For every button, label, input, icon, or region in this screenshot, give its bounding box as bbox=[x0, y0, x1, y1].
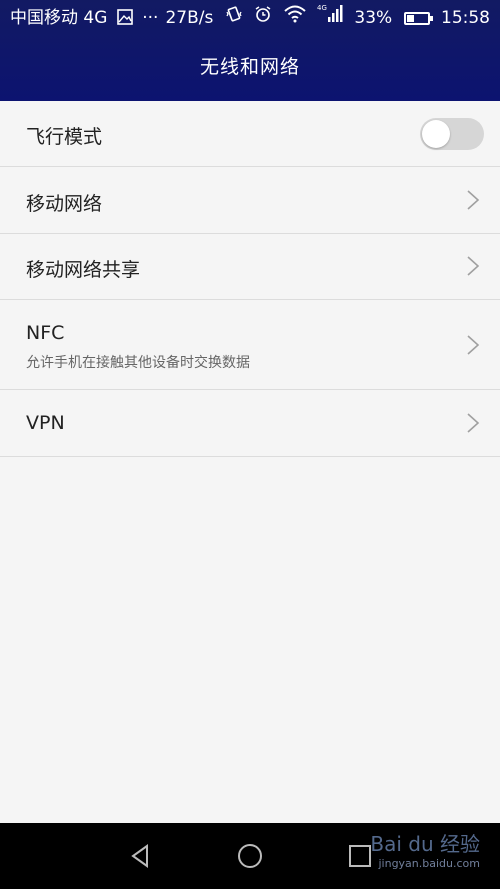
chevron-right-icon bbox=[467, 413, 480, 433]
nfc-label: NFC bbox=[26, 322, 65, 344]
vibrate-icon bbox=[225, 0, 243, 36]
home-icon[interactable] bbox=[235, 841, 265, 871]
battery-percent: 33% bbox=[354, 8, 393, 28]
airplane-mode-row[interactable]: 飞行模式 bbox=[0, 101, 500, 167]
page-title: 无线和网络 bbox=[199, 56, 300, 78]
mobile-network-row[interactable]: 移动网络 bbox=[0, 167, 500, 234]
network-speed: 27B/s bbox=[165, 8, 214, 28]
tethering-label: 移动网络共享 bbox=[26, 259, 141, 281]
chevron-right-icon bbox=[467, 256, 480, 276]
gallery-icon bbox=[117, 8, 138, 28]
back-icon[interactable] bbox=[125, 841, 155, 871]
watermark-brand: Bai du 经验 bbox=[370, 832, 480, 856]
nfc-row[interactable]: NFC 允许手机在接触其他设备时交换数据 bbox=[0, 300, 500, 390]
header: 中国移动 4G ··· 27B/s 4G 33% 15:58 无线和网络 bbox=[0, 0, 500, 101]
nfc-description: 允许手机在接触其他设备时交换数据 bbox=[26, 355, 250, 371]
chevron-right-icon bbox=[467, 335, 480, 355]
mobile-network-label: 移动网络 bbox=[26, 193, 103, 215]
more-notifications-icon: ··· bbox=[142, 8, 159, 28]
settings-list: 飞行模式 移动网络 移动网络共享 NFC 允许手机在接触其他设备时交换数据 VP… bbox=[0, 101, 500, 457]
watermark: Bai du 经验 jingyan.baidu.com bbox=[370, 828, 480, 870]
airplane-mode-toggle[interactable] bbox=[420, 118, 484, 150]
cellular-signal-icon: 4G bbox=[317, 0, 343, 36]
vpn-row[interactable]: VPN bbox=[0, 390, 500, 457]
watermark-url: jingyan.baidu.com bbox=[378, 857, 480, 870]
alarm-icon bbox=[254, 0, 272, 36]
toggle-knob bbox=[422, 120, 450, 148]
status-bar: 中国移动 4G ··· 27B/s 4G 33% 15:58 bbox=[0, 0, 500, 36]
carrier-label: 中国移动 4G bbox=[10, 8, 108, 28]
wifi-icon bbox=[283, 0, 306, 36]
chevron-right-icon bbox=[467, 190, 480, 210]
tethering-row[interactable]: 移动网络共享 bbox=[0, 234, 500, 300]
airplane-mode-label: 飞行模式 bbox=[26, 126, 103, 148]
svg-text:4G: 4G bbox=[317, 4, 327, 12]
clock: 15:58 bbox=[441, 8, 490, 28]
vpn-label: VPN bbox=[26, 412, 65, 434]
battery-icon bbox=[403, 11, 433, 25]
